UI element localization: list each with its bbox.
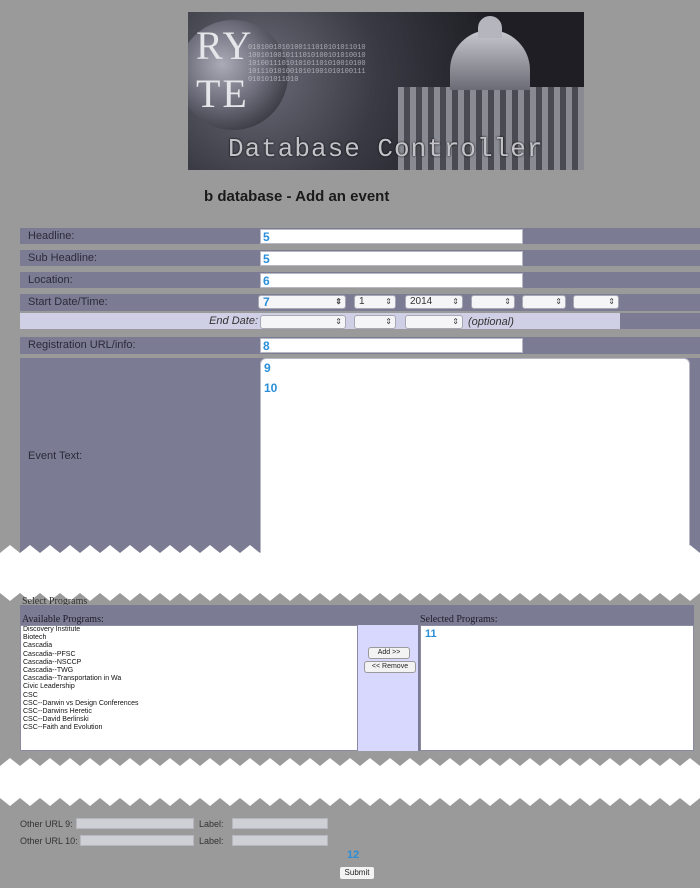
program-option[interactable]: Cascadia--Transportation in Wa (21, 675, 357, 683)
start-date-label: Start Date/Time: (28, 296, 108, 308)
location-label: Location: (28, 274, 73, 286)
programs-panel: Available Programs: Selected Programs: D… (20, 605, 694, 751)
capitol-cupola-graphic (478, 16, 502, 38)
start-month-select[interactable]: 7 ⇕ (258, 295, 346, 309)
end-year-select[interactable]: ⇕ (405, 315, 463, 329)
other-url-10-label: Other URL 10: (20, 836, 78, 846)
program-option[interactable]: Cascadia--TWG (21, 667, 357, 675)
start-day-select[interactable]: 1 ⇕ (354, 295, 396, 309)
banner-text-bottom: TE (196, 71, 249, 116)
chevron-updown-icon: ⇕ (608, 297, 615, 306)
header-banner: RY TE 0101001010100111010101011010100101… (188, 12, 584, 170)
other-url-9-label-input[interactable] (232, 818, 328, 829)
submit-marker: 12 (347, 849, 360, 861)
start-hour-select[interactable]: ⇕ (471, 295, 515, 309)
available-programs-label: Available Programs: (22, 614, 104, 625)
selected-programs-label: Selected Programs: (420, 614, 498, 625)
registration-label: Registration URL/info: (28, 339, 136, 351)
event-text-line-2: 10 (264, 381, 278, 395)
headline-input[interactable]: 5 (260, 229, 523, 244)
headline-label: Headline: (28, 230, 75, 242)
banner-title: Database Controller (228, 134, 544, 164)
chevron-updown-icon: ⇕ (452, 317, 459, 326)
chevron-updown-icon: ⇕ (504, 297, 511, 306)
other-url-10-input[interactable] (80, 835, 194, 846)
event-text-textarea[interactable]: 9 10 (260, 358, 690, 556)
add-program-button[interactable]: Add >> (368, 647, 410, 659)
chevron-updown-icon: ⇕ (385, 317, 392, 326)
available-programs-listbox[interactable]: Discovery Institute Biotech Cascadia Cascad… (20, 625, 358, 751)
start-month-value: 7 (263, 295, 270, 309)
other-url-9-label: Other URL 9: (20, 819, 73, 829)
start-ampm-select[interactable]: ⇕ (573, 295, 619, 309)
sub-headline-label: Sub Headline: (28, 252, 98, 264)
start-year-select[interactable]: 2014 ⇕ (405, 295, 463, 309)
chevron-updown-icon: ⇕ (555, 297, 562, 306)
selected-programs-marker: 11 (425, 628, 437, 640)
other-url-10-label-caption: Label: (199, 836, 224, 846)
end-date-label: End Date: (209, 315, 258, 327)
program-option[interactable]: Discovery Institute (21, 626, 357, 634)
start-day-value: 1 (359, 296, 365, 307)
end-day-select[interactable]: ⇕ (354, 315, 396, 329)
program-option[interactable]: CSC--Faith and Evolution (21, 724, 357, 732)
program-transfer-panel: Add >> << Remove (358, 625, 418, 751)
program-option[interactable]: Biotech (21, 634, 357, 642)
chevron-updown-icon: ⇕ (335, 297, 342, 306)
page-title: b database - Add an event (204, 188, 390, 205)
sub-headline-input[interactable]: 5 (260, 251, 523, 266)
program-option[interactable]: Civic Leadership (21, 683, 357, 691)
chevron-updown-icon: ⇕ (452, 297, 459, 306)
other-url-9-input[interactable] (76, 818, 194, 829)
program-option[interactable]: CSC (21, 692, 357, 700)
program-option[interactable]: CSC--Darwin vs Design Conferences (21, 700, 357, 708)
selected-programs-listbox[interactable]: 11 (420, 625, 694, 751)
program-option[interactable]: Cascadia--NSCCP (21, 659, 357, 667)
torn-edge-divider (0, 545, 700, 601)
location-input[interactable]: 6 (260, 273, 523, 288)
program-option[interactable]: CSC--Darwins Heretic (21, 708, 357, 716)
end-month-select[interactable]: ⇕ (260, 315, 346, 329)
chevron-updown-icon: ⇕ (335, 317, 342, 326)
program-option[interactable]: CSC--David Berlinski (21, 716, 357, 724)
submit-button[interactable]: Submit (339, 866, 375, 880)
start-minute-select[interactable]: ⇕ (522, 295, 566, 309)
torn-edge-divider (0, 758, 700, 806)
chevron-updown-icon: ⇕ (385, 297, 392, 306)
other-url-10-label-input[interactable] (232, 835, 328, 846)
remove-program-button[interactable]: << Remove (364, 661, 416, 673)
banner-text-top: RY (196, 23, 254, 68)
start-year-value: 2014 (410, 296, 433, 307)
event-text-label: Event Text: (28, 450, 83, 462)
binary-digits-decoration: 0101001010100111010101011010100101001011… (248, 44, 366, 84)
registration-input[interactable]: 8 (260, 338, 523, 353)
event-text-line-1: 9 (264, 361, 271, 375)
other-url-9-label-caption: Label: (199, 819, 224, 829)
program-option[interactable]: Cascadia--PFSC (21, 651, 357, 659)
end-date-optional-note: (optional) (468, 316, 514, 328)
program-option[interactable]: Cascadia (21, 642, 357, 650)
